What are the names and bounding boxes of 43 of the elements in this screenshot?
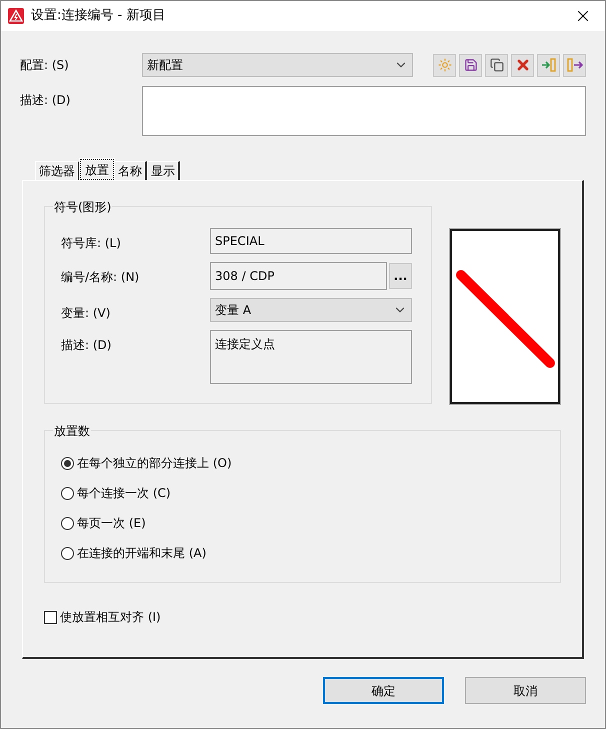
- description-label: 描述: (D): [20, 92, 72, 109]
- radio-option[interactable]: 在连接的开端和末尾 (A): [61, 544, 544, 562]
- checkbox[interactable]: [44, 610, 57, 624]
- cancel-button[interactable]: 取消: [465, 677, 586, 704]
- description-field[interactable]: [142, 86, 586, 136]
- text-area[interactable]: 连接定义点: [210, 330, 412, 384]
- radio-option[interactable]: 每页一次 (E): [61, 514, 544, 532]
- config-label: 配置: (S): [20, 57, 70, 74]
- save-icon: [464, 58, 478, 72]
- radio-option[interactable]: 在每个独立的部分连接上 (O): [61, 454, 544, 472]
- browse-button[interactable]: ...: [389, 263, 412, 289]
- delete-button[interactable]: [511, 54, 534, 76]
- import-icon: [540, 58, 556, 72]
- text-field[interactable]: 308 / CDP: [210, 262, 387, 290]
- radio-button[interactable]: [61, 486, 74, 500]
- export-button[interactable]: [563, 54, 586, 76]
- config-dropdown[interactable]: 新配置: [142, 53, 413, 77]
- tab[interactable]: 筛选器: [35, 161, 80, 180]
- tab[interactable]: 放置: [80, 159, 114, 180]
- group-title: 放置数: [53, 422, 91, 440]
- radio-button[interactable]: [61, 516, 74, 530]
- window-title: 设置:连接编号 - 新项目: [31, 7, 166, 26]
- field-label: 描述: (D): [61, 337, 112, 354]
- field-label: 变量: (V): [61, 305, 112, 322]
- warning-logo-icon: [8, 8, 24, 24]
- copy-button[interactable]: [485, 54, 508, 76]
- tab[interactable]: 显示: [147, 161, 180, 180]
- dropdown[interactable]: 变量 A: [210, 298, 412, 322]
- text-field[interactable]: SPECIAL: [210, 228, 412, 254]
- import-button[interactable]: [537, 54, 560, 76]
- field-label: 编号/名称: (N): [61, 269, 140, 286]
- ok-button[interactable]: 确定: [323, 677, 444, 704]
- radio-option[interactable]: 每个连接一次 (C): [61, 484, 544, 502]
- radio-button[interactable]: [61, 546, 74, 560]
- group-title: 符号(图形): [53, 198, 112, 216]
- delete-icon: [514, 57, 530, 73]
- field-label: 符号库: (L): [61, 235, 122, 252]
- tab[interactable]: 名称: [114, 161, 147, 180]
- radio-button[interactable]: [61, 456, 74, 470]
- save-button[interactable]: [459, 54, 482, 76]
- export-icon: [566, 58, 582, 72]
- align-checkbox-option[interactable]: 使放置相互对齐 (I): [44, 608, 561, 626]
- copy-icon: [490, 58, 504, 72]
